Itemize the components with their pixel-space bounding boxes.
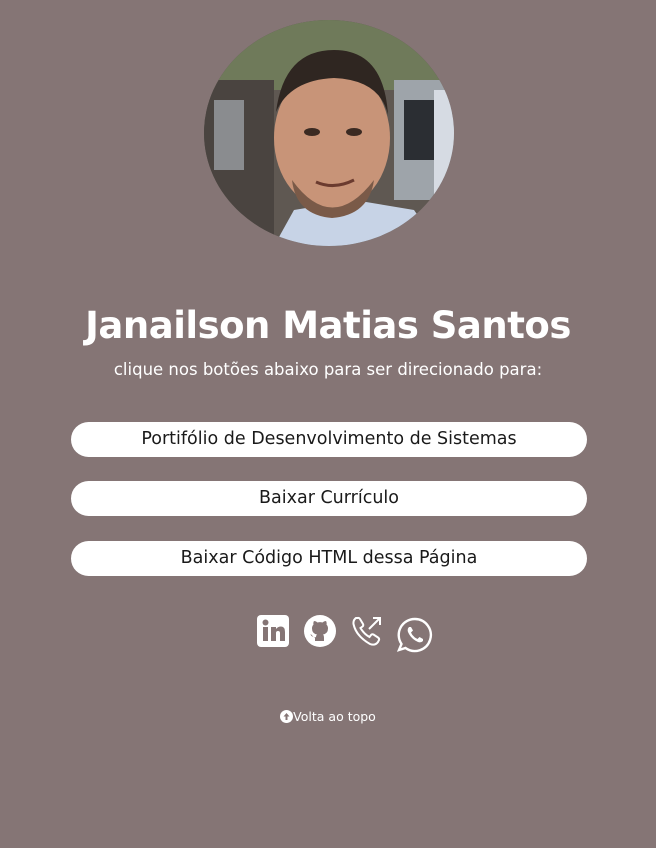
github-icon[interactable] (303, 614, 337, 648)
back-to-top-link[interactable]: Volta ao topo (0, 708, 656, 726)
download-html-button[interactable]: Baixar Código HTML dessa Página (71, 541, 587, 576)
portfolio-button[interactable]: Portifólio de Desenvolvimento de Sistema… (71, 422, 587, 457)
phone-icon[interactable] (350, 614, 384, 648)
linkedin-icon[interactable] (256, 614, 290, 648)
whatsapp-icon[interactable] (396, 616, 434, 654)
back-to-top-label: Volta ao topo (293, 709, 376, 724)
profile-name: Janailson Matias Santos (85, 304, 571, 347)
profile-photo (204, 20, 454, 246)
profile-subtitle: clique nos botões abaixo para ser direci… (113, 360, 543, 379)
arrow-up-circle-icon (280, 710, 294, 723)
download-resume-button[interactable]: Baixar Currículo (71, 481, 587, 516)
